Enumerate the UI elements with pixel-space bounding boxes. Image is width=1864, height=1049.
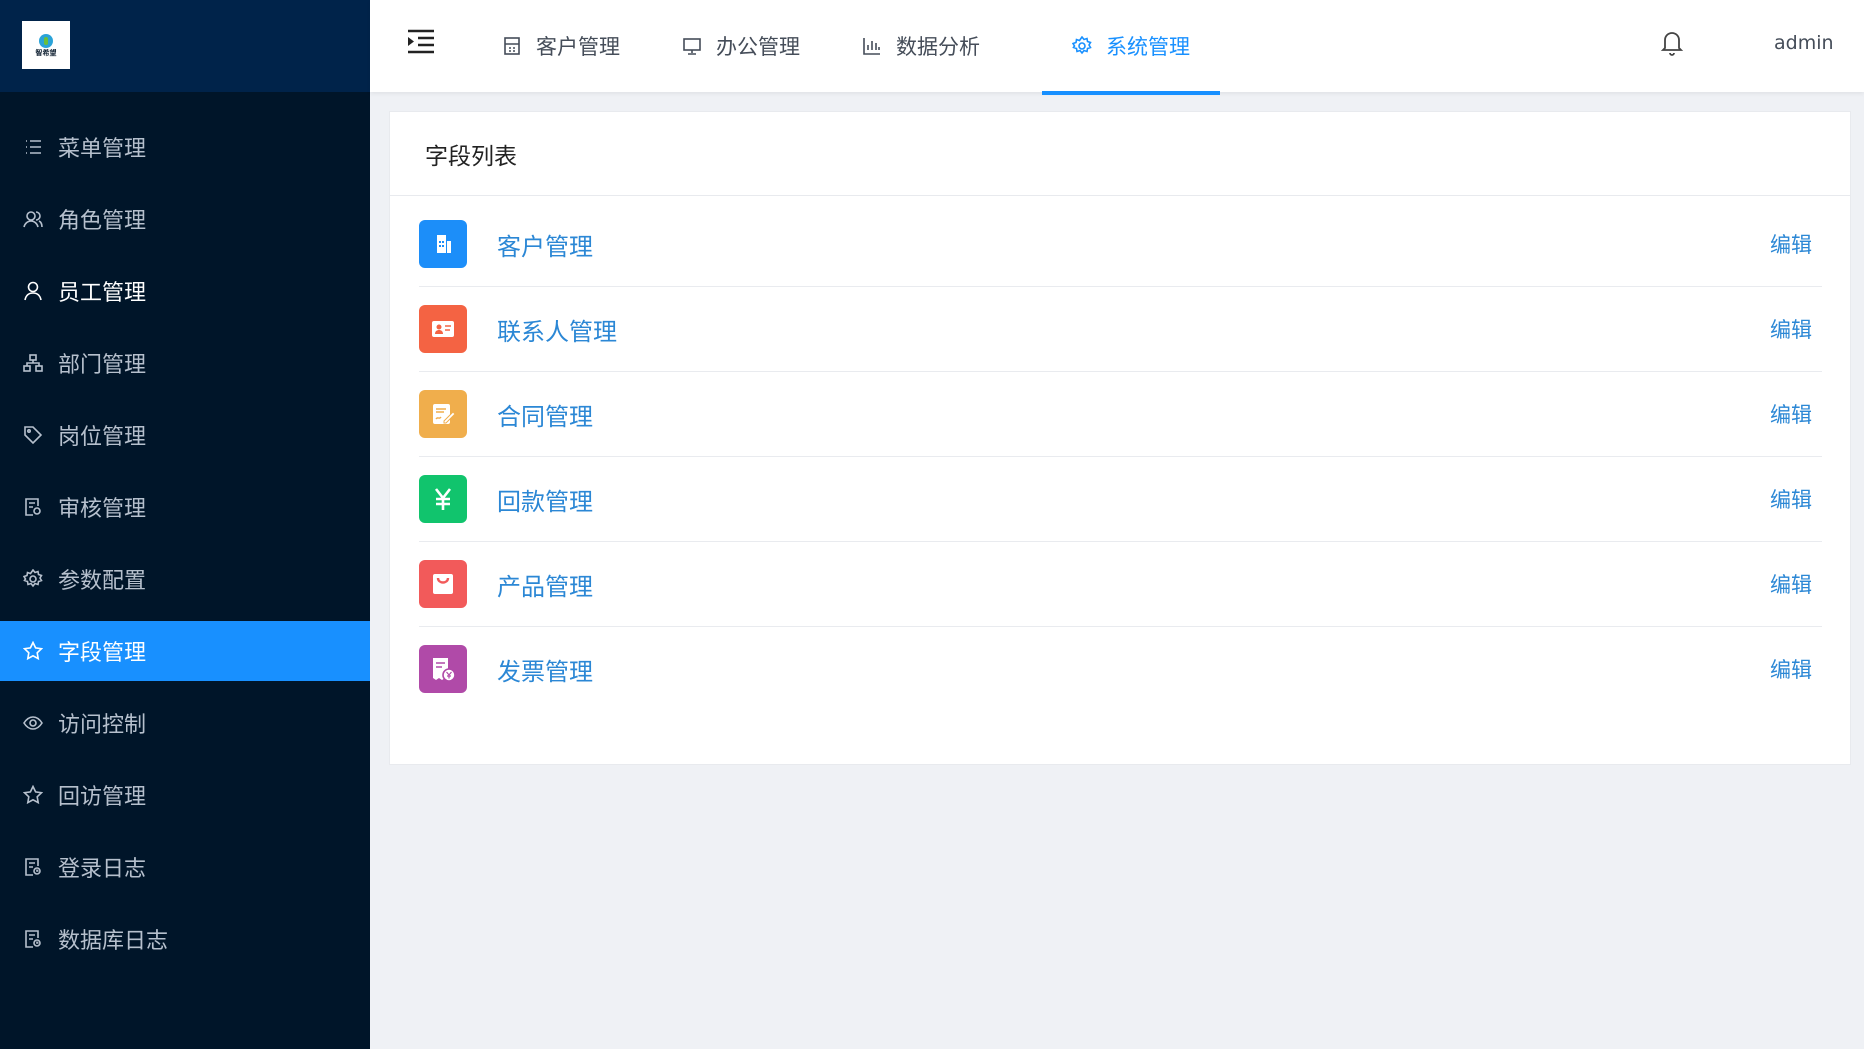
log-doc-icon <box>22 856 44 878</box>
edit-link[interactable]: 编辑 <box>1770 654 1812 684</box>
list-item: 回款管理 编辑 <box>419 457 1822 542</box>
org-chart-icon <box>22 352 44 374</box>
sidebar-item-label: 登录日志 <box>58 857 147 882</box>
sidebar-item-role-management[interactable]: 角色管理 <box>0 189 370 249</box>
menu-toggle-icon[interactable] <box>406 28 436 56</box>
sidebar-item-label: 参数配置 <box>58 569 147 594</box>
sidebar: 智希望 菜单管理 角色管理 员工管理 部门管理 岗位管理 审核管理 参数配置 字… <box>0 0 370 1049</box>
sidebar-item-label: 员工管理 <box>58 281 147 306</box>
customer-icon <box>419 220 467 268</box>
contract-icon <box>419 390 467 438</box>
tab-office-management[interactable]: 办公管理 <box>682 0 800 92</box>
field-link-contract[interactable]: 合同管理 <box>497 397 593 432</box>
users-icon <box>22 208 44 230</box>
sidebar-item-employee-management[interactable]: 员工管理 <box>0 261 370 321</box>
sidebar-item-label: 审核管理 <box>58 497 147 522</box>
gear-icon <box>22 568 44 590</box>
edit-link[interactable]: 编辑 <box>1770 399 1812 429</box>
monitor-icon <box>682 36 702 56</box>
top-header: 客户管理 办公管理 数据分析 系统管理 admin <box>370 0 1864 95</box>
tab-data-analysis[interactable]: 数据分析 <box>862 0 980 92</box>
field-link-customer[interactable]: 客户管理 <box>497 227 593 262</box>
edit-link[interactable]: 编辑 <box>1770 484 1812 514</box>
logo[interactable]: 智希望 <box>22 21 70 69</box>
sidebar-item-label: 部门管理 <box>58 353 147 378</box>
star-icon <box>22 640 44 662</box>
sidebar-item-label: 角色管理 <box>58 209 147 234</box>
list-item: 客户管理 编辑 <box>419 202 1822 287</box>
invoice-icon <box>419 645 467 693</box>
sidebar-item-label: 菜单管理 <box>58 137 147 162</box>
field-link-contact[interactable]: 联系人管理 <box>497 312 617 347</box>
bell-icon[interactable] <box>1660 28 1684 56</box>
list-item: 产品管理 编辑 <box>419 542 1822 627</box>
logo-mark-icon <box>39 33 53 48</box>
bar-chart-icon <box>862 36 882 56</box>
list-item: 联系人管理 编辑 <box>419 287 1822 372</box>
field-link-product[interactable]: 产品管理 <box>497 567 593 602</box>
tab-label: 办公管理 <box>716 35 800 59</box>
star-icon <box>22 784 44 806</box>
list-item: 发票管理 编辑 <box>419 627 1822 711</box>
sidebar-item-label: 数据库日志 <box>58 929 169 954</box>
tag-icon <box>22 424 44 446</box>
log-doc-icon <box>22 928 44 950</box>
sidebar-item-field-management[interactable]: 字段管理 <box>0 621 370 681</box>
field-list-card: 字段列表 客户管理 编辑 联系人管理 编辑 合同管理 编辑 回款管理 编辑 产品… <box>389 111 1851 765</box>
sidebar-item-post-management[interactable]: 岗位管理 <box>0 405 370 465</box>
list-item: 合同管理 编辑 <box>419 372 1822 457</box>
sidebar-item-label: 回访管理 <box>58 785 147 810</box>
shopping-bag-icon <box>419 560 467 608</box>
sidebar-item-label: 访问控制 <box>58 713 147 738</box>
sidebar-item-department-management[interactable]: 部门管理 <box>0 333 370 393</box>
edit-link[interactable]: 编辑 <box>1770 569 1812 599</box>
sidebar-item-access-control[interactable]: 访问控制 <box>0 693 370 753</box>
building-icon <box>502 36 522 56</box>
tab-system-management[interactable]: 系统管理 <box>1042 0 1220 95</box>
sidebar-item-login-log[interactable]: 登录日志 <box>0 837 370 897</box>
contact-card-icon <box>419 305 467 353</box>
edit-link[interactable]: 编辑 <box>1770 314 1812 344</box>
sidebar-item-label: 岗位管理 <box>58 425 147 450</box>
field-link-payment[interactable]: 回款管理 <box>497 482 593 517</box>
sidebar-item-menu-management[interactable]: 菜单管理 <box>0 117 370 177</box>
sidebar-menu: 菜单管理 角色管理 员工管理 部门管理 岗位管理 审核管理 参数配置 字段管理 <box>0 117 370 981</box>
field-link-invoice[interactable]: 发票管理 <box>497 652 593 687</box>
user-menu[interactable]: admin <box>1774 32 1834 54</box>
sidebar-item-database-log[interactable]: 数据库日志 <box>0 909 370 969</box>
field-list: 客户管理 编辑 联系人管理 编辑 合同管理 编辑 回款管理 编辑 产品管理 编辑… <box>390 202 1850 711</box>
tab-customer-management[interactable]: 客户管理 <box>502 0 620 92</box>
logo-area: 智希望 <box>0 0 370 92</box>
user-icon <box>22 280 44 302</box>
tab-label: 系统管理 <box>1106 35 1190 59</box>
sidebar-item-return-visit[interactable]: 回访管理 <box>0 765 370 825</box>
eye-icon <box>22 712 44 734</box>
audit-doc-icon <box>22 496 44 518</box>
edit-link[interactable]: 编辑 <box>1770 229 1812 259</box>
sidebar-item-parameter-config[interactable]: 参数配置 <box>0 549 370 609</box>
list-icon <box>22 136 44 158</box>
sidebar-item-audit-management[interactable]: 审核管理 <box>0 477 370 537</box>
yen-icon <box>419 475 467 523</box>
sidebar-item-label: 字段管理 <box>58 641 147 666</box>
tab-label: 数据分析 <box>896 35 980 59</box>
gear-icon <box>1072 36 1092 56</box>
logo-text: 智希望 <box>35 48 57 57</box>
tab-label: 客户管理 <box>536 35 620 59</box>
card-title: 字段列表 <box>390 112 1850 196</box>
